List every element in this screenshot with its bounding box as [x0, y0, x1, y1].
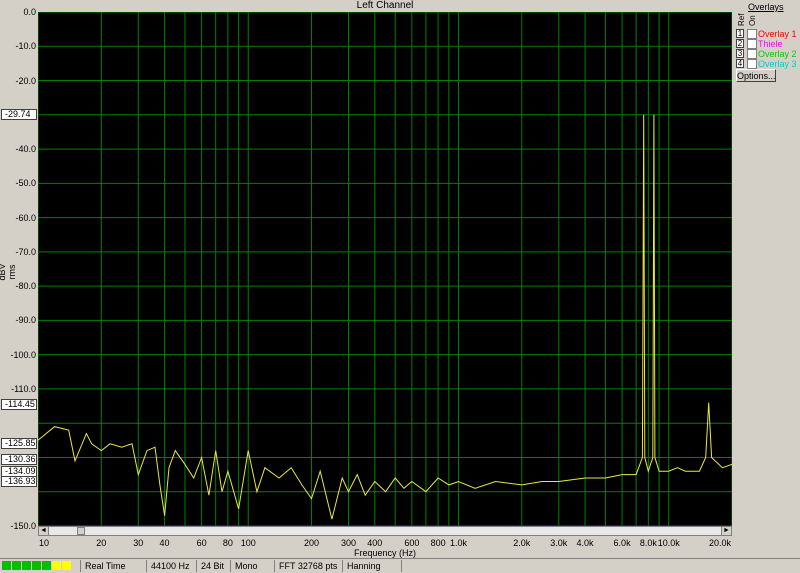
- overlay-options-button[interactable]: Options...: [736, 69, 776, 82]
- y-tick-label: -60.0: [15, 212, 36, 223]
- overlay-on-checkbox[interactable]: [747, 29, 757, 39]
- y-marker-readout: -114.45: [1, 399, 37, 411]
- meter-segment: [22, 561, 31, 570]
- x-tick-label: 3.0k: [550, 538, 568, 548]
- overlay-ref-number[interactable]: 4: [736, 59, 744, 68]
- y-tick-label: -40.0: [15, 144, 36, 155]
- x-tick-label: 1.0k: [449, 538, 467, 548]
- x-tick-label: 600: [404, 538, 420, 548]
- x-tick-label: 10.0k: [657, 538, 680, 548]
- overlay-on-checkbox[interactable]: [747, 59, 757, 69]
- meter-segment: [42, 561, 51, 570]
- overlays-title: Overlays: [748, 2, 784, 12]
- y-tick-label: -70.0: [15, 246, 36, 257]
- x-tick-label: 2.0k: [513, 538, 531, 548]
- scroll-left-icon[interactable]: ◄: [39, 527, 49, 535]
- y-marker-readout: -130.36: [1, 453, 37, 465]
- overlay-on-checkbox[interactable]: [747, 49, 757, 59]
- overlay-row[interactable]: 2 Thiele: [736, 39, 800, 49]
- overlay-on-checkbox[interactable]: [747, 39, 757, 49]
- y-tick-label: -20.0: [15, 75, 36, 86]
- overlay-row[interactable]: 3 Overlay 2: [736, 49, 800, 59]
- x-tick-label: 100: [240, 538, 256, 548]
- scroll-thumb[interactable]: [77, 527, 85, 535]
- x-tick-label: 30: [133, 538, 144, 548]
- y-axis-label: dBV rms: [0, 263, 17, 281]
- x-tick-label: 80: [222, 538, 233, 548]
- overlays-on-header: On: [748, 15, 757, 26]
- x-axis-label: Frequency (Hz): [353, 548, 416, 558]
- status-bit-depth: 24 Bit: [196, 560, 230, 572]
- meter-segment: [12, 561, 21, 570]
- overlay-ref-number[interactable]: 2: [736, 39, 744, 48]
- y-tick-label: -90.0: [15, 315, 36, 326]
- status-channels: Mono: [230, 560, 274, 572]
- overlay-label: Overlay 2: [758, 49, 797, 59]
- y-tick-label: 0.0: [23, 7, 36, 17]
- x-tick-label: 6.0k: [613, 538, 631, 548]
- x-tick-label: 20: [96, 538, 107, 548]
- x-tick-label: 300: [341, 538, 357, 548]
- y-tick-label: -10.0: [15, 41, 36, 52]
- frequency-scrollbar[interactable]: ◄ ►: [38, 526, 732, 536]
- status-bar: Real Time 44100 Hz 24 Bit Mono FFT 32768…: [0, 558, 800, 573]
- spectrum-svg: [38, 12, 732, 526]
- status-window: Hanning: [342, 560, 402, 572]
- overlay-label: Overlay 3: [758, 59, 797, 69]
- y-tick-label: -100.0: [10, 349, 36, 360]
- overlay-label: Overlay 1: [758, 29, 797, 39]
- x-tick-label: 60: [196, 538, 207, 548]
- y-tick-label: -110.0: [11, 383, 36, 394]
- meter-segment: [2, 561, 11, 570]
- x-tick-label: 20.0k: [708, 538, 732, 548]
- overlay-ref-number[interactable]: 3: [736, 49, 744, 58]
- y-tick-label: -150.0: [10, 521, 36, 531]
- meter-segment: [52, 561, 61, 570]
- spectrum-plot[interactable]: [38, 12, 732, 526]
- status-fft-size: FFT 32768 pts: [274, 560, 342, 572]
- x-tick-label: 200: [304, 538, 320, 548]
- y-tick-label: -50.0: [15, 178, 36, 189]
- overlay-row[interactable]: 1 Overlay 1: [736, 29, 800, 39]
- overlays-ref-header: Ref: [737, 13, 746, 26]
- x-tick-label: 800: [430, 538, 446, 548]
- y-marker-readout: -125.85: [1, 438, 37, 450]
- overlay-label: Thiele: [758, 39, 783, 49]
- x-tick-label: 8.0k: [639, 538, 657, 548]
- x-tick-label: 10: [38, 538, 50, 548]
- y-marker-readout: -29.74: [1, 108, 37, 120]
- overlay-ref-number[interactable]: 1: [736, 29, 744, 38]
- chart-title: Left Channel: [356, 0, 414, 11]
- x-tick-label: 40: [159, 538, 170, 548]
- status-sample-rate: 44100 Hz: [146, 560, 196, 572]
- spectrum-trace: [38, 114, 732, 520]
- x-tick-label: 4.0k: [576, 538, 594, 548]
- overlay-row[interactable]: 4 Overlay 3: [736, 59, 800, 69]
- scroll-right-icon[interactable]: ►: [721, 527, 731, 535]
- y-marker-readout: -136.93: [1, 476, 37, 488]
- meter-segment: [62, 561, 71, 570]
- status-mode: Real Time: [80, 560, 146, 572]
- x-tick-label: 400: [367, 538, 383, 548]
- meter-segment: [32, 561, 41, 570]
